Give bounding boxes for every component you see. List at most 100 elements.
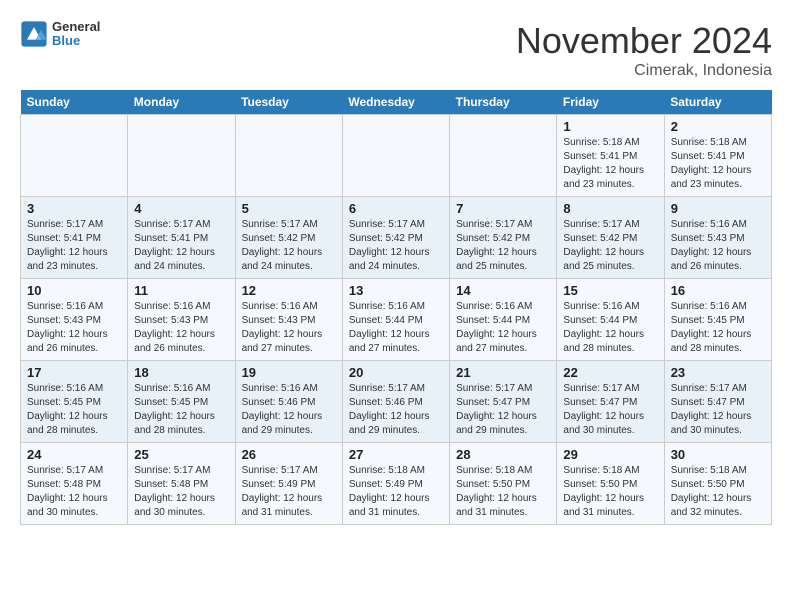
day-info: Sunrise: 5:16 AM Sunset: 5:46 PM Dayligh… bbox=[242, 382, 336, 438]
calendar-body: 1 Sunrise: 5:18 AM Sunset: 5:41 PM Daylig… bbox=[21, 115, 772, 525]
day-info: Sunrise: 5:17 AM Sunset: 5:48 PM Dayligh… bbox=[27, 464, 121, 520]
calendar-cell: 7 Sunrise: 5:17 AM Sunset: 5:42 PM Daylig… bbox=[450, 197, 557, 279]
day-number: 21 bbox=[456, 365, 550, 380]
calendar-cell: 5Sunrise: 5:17 AM Sunset: 5:42 PM Daylig… bbox=[235, 197, 342, 279]
calendar-cell: 28 Sunrise: 5:18 AM Sunset: 5:50 PM Dayli… bbox=[450, 443, 557, 525]
day-info: Sunrise: 5:17 AM Sunset: 5:42 PM Dayligh… bbox=[563, 218, 657, 274]
calendar-week-row: 17 Sunrise: 5:16 AM Sunset: 5:45 PM Dayli… bbox=[21, 361, 772, 443]
calendar-cell: 6Sunrise: 5:17 AM Sunset: 5:42 PM Daylig… bbox=[342, 197, 449, 279]
day-number: 19 bbox=[242, 365, 336, 380]
calendar-week-row: 3 Sunrise: 5:17 AM Sunset: 5:41 PM Daylig… bbox=[21, 197, 772, 279]
day-info: Sunrise: 5:18 AM Sunset: 5:50 PM Dayligh… bbox=[563, 464, 657, 520]
day-number: 18 bbox=[134, 365, 228, 380]
day-number: 5 bbox=[242, 201, 336, 216]
weekday-header-cell: Thursday bbox=[450, 90, 557, 115]
day-number: 3 bbox=[27, 201, 121, 216]
day-number: 6 bbox=[349, 201, 443, 216]
day-info: Sunrise: 5:18 AM Sunset: 5:41 PM Dayligh… bbox=[563, 136, 657, 192]
calendar-cell bbox=[128, 115, 235, 197]
day-number: 14 bbox=[456, 283, 550, 298]
calendar-cell: 11Sunrise: 5:16 AM Sunset: 5:43 PM Dayli… bbox=[128, 279, 235, 361]
day-info: Sunrise: 5:17 AM Sunset: 5:47 PM Dayligh… bbox=[456, 382, 550, 438]
calendar-cell: 27 Sunrise: 5:18 AM Sunset: 5:49 PM Dayli… bbox=[342, 443, 449, 525]
day-info: Sunrise: 5:16 AM Sunset: 5:44 PM Dayligh… bbox=[456, 300, 550, 356]
weekday-header-cell: Friday bbox=[557, 90, 664, 115]
calendar-week-row: 10 Sunrise: 5:16 AM Sunset: 5:43 PM Dayli… bbox=[21, 279, 772, 361]
day-info: Sunrise: 5:18 AM Sunset: 5:41 PM Dayligh… bbox=[671, 136, 765, 192]
calendar-cell: 13 Sunrise: 5:16 AM Sunset: 5:44 PM Dayli… bbox=[342, 279, 449, 361]
calendar-cell: 3 Sunrise: 5:17 AM Sunset: 5:41 PM Daylig… bbox=[21, 197, 128, 279]
day-info: Sunrise: 5:17 AM Sunset: 5:48 PM Dayligh… bbox=[134, 464, 228, 520]
logo-icon bbox=[20, 20, 48, 48]
calendar-cell: 25Sunrise: 5:17 AM Sunset: 5:48 PM Dayli… bbox=[128, 443, 235, 525]
calendar-cell: 22 Sunrise: 5:17 AM Sunset: 5:47 PM Dayli… bbox=[557, 361, 664, 443]
calendar-cell bbox=[342, 115, 449, 197]
calendar-cell: 15Sunrise: 5:16 AM Sunset: 5:44 PM Dayli… bbox=[557, 279, 664, 361]
day-info: Sunrise: 5:17 AM Sunset: 5:42 PM Dayligh… bbox=[456, 218, 550, 274]
day-info: Sunrise: 5:17 AM Sunset: 5:46 PM Dayligh… bbox=[349, 382, 443, 438]
day-info: Sunrise: 5:16 AM Sunset: 5:45 PM Dayligh… bbox=[27, 382, 121, 438]
calendar-cell: 1 Sunrise: 5:18 AM Sunset: 5:41 PM Daylig… bbox=[557, 115, 664, 197]
day-number: 2 bbox=[671, 119, 765, 134]
calendar-cell: 24 Sunrise: 5:17 AM Sunset: 5:48 PM Dayli… bbox=[21, 443, 128, 525]
day-info: Sunrise: 5:16 AM Sunset: 5:43 PM Dayligh… bbox=[27, 300, 121, 356]
page-subtitle: Cimerak, Indonesia bbox=[516, 62, 772, 80]
calendar-cell: 26Sunrise: 5:17 AM Sunset: 5:49 PM Dayli… bbox=[235, 443, 342, 525]
calendar-cell: 23 Sunrise: 5:17 AM Sunset: 5:47 PM Dayli… bbox=[664, 361, 771, 443]
day-info: Sunrise: 5:18 AM Sunset: 5:49 PM Dayligh… bbox=[349, 464, 443, 520]
weekday-header-cell: Monday bbox=[128, 90, 235, 115]
calendar-cell bbox=[21, 115, 128, 197]
calendar-cell: 4 Sunrise: 5:17 AM Sunset: 5:41 PM Daylig… bbox=[128, 197, 235, 279]
day-info: Sunrise: 5:16 AM Sunset: 5:45 PM Dayligh… bbox=[134, 382, 228, 438]
day-info: Sunrise: 5:17 AM Sunset: 5:47 PM Dayligh… bbox=[563, 382, 657, 438]
calendar-cell: 18 Sunrise: 5:16 AM Sunset: 5:45 PM Dayli… bbox=[128, 361, 235, 443]
calendar-cell bbox=[450, 115, 557, 197]
calendar-cell: 16 Sunrise: 5:16 AM Sunset: 5:45 PM Dayli… bbox=[664, 279, 771, 361]
calendar-week-row: 1 Sunrise: 5:18 AM Sunset: 5:41 PM Daylig… bbox=[21, 115, 772, 197]
page-header: General Blue November 2024 Cimerak, Indo… bbox=[20, 20, 772, 80]
day-info: Sunrise: 5:16 AM Sunset: 5:43 PM Dayligh… bbox=[671, 218, 765, 274]
day-number: 13 bbox=[349, 283, 443, 298]
weekday-header-cell: Wednesday bbox=[342, 90, 449, 115]
weekday-header-cell: Tuesday bbox=[235, 90, 342, 115]
day-number: 28 bbox=[456, 447, 550, 462]
calendar-cell: 30Sunrise: 5:18 AM Sunset: 5:50 PM Dayli… bbox=[664, 443, 771, 525]
day-number: 7 bbox=[456, 201, 550, 216]
day-number: 16 bbox=[671, 283, 765, 298]
day-number: 10 bbox=[27, 283, 121, 298]
calendar-cell: 14 Sunrise: 5:16 AM Sunset: 5:44 PM Dayli… bbox=[450, 279, 557, 361]
calendar-cell: 19 Sunrise: 5:16 AM Sunset: 5:46 PM Dayli… bbox=[235, 361, 342, 443]
day-number: 23 bbox=[671, 365, 765, 380]
calendar-cell: 9 Sunrise: 5:16 AM Sunset: 5:43 PM Daylig… bbox=[664, 197, 771, 279]
calendar-cell: 2 Sunrise: 5:18 AM Sunset: 5:41 PM Daylig… bbox=[664, 115, 771, 197]
day-number: 27 bbox=[349, 447, 443, 462]
logo-text: General Blue bbox=[52, 20, 100, 49]
weekday-header-cell: Sunday bbox=[21, 90, 128, 115]
day-number: 1 bbox=[563, 119, 657, 134]
logo: General Blue bbox=[20, 20, 100, 49]
day-info: Sunrise: 5:16 AM Sunset: 5:44 PM Dayligh… bbox=[563, 300, 657, 356]
day-number: 26 bbox=[242, 447, 336, 462]
calendar-cell: 21 Sunrise: 5:17 AM Sunset: 5:47 PM Dayli… bbox=[450, 361, 557, 443]
day-info: Sunrise: 5:16 AM Sunset: 5:44 PM Dayligh… bbox=[349, 300, 443, 356]
day-info: Sunrise: 5:16 AM Sunset: 5:43 PM Dayligh… bbox=[242, 300, 336, 356]
day-number: 20 bbox=[349, 365, 443, 380]
day-number: 17 bbox=[27, 365, 121, 380]
day-number: 22 bbox=[563, 365, 657, 380]
calendar-cell: 8Sunrise: 5:17 AM Sunset: 5:42 PM Daylig… bbox=[557, 197, 664, 279]
day-info: Sunrise: 5:17 AM Sunset: 5:41 PM Dayligh… bbox=[27, 218, 121, 274]
day-info: Sunrise: 5:17 AM Sunset: 5:41 PM Dayligh… bbox=[134, 218, 228, 274]
day-number: 4 bbox=[134, 201, 228, 216]
day-number: 24 bbox=[27, 447, 121, 462]
day-info: Sunrise: 5:16 AM Sunset: 5:45 PM Dayligh… bbox=[671, 300, 765, 356]
day-info: Sunrise: 5:17 AM Sunset: 5:47 PM Dayligh… bbox=[671, 382, 765, 438]
calendar-cell: 17 Sunrise: 5:16 AM Sunset: 5:45 PM Dayli… bbox=[21, 361, 128, 443]
weekday-header-cell: Saturday bbox=[664, 90, 771, 115]
day-info: Sunrise: 5:18 AM Sunset: 5:50 PM Dayligh… bbox=[456, 464, 550, 520]
day-number: 9 bbox=[671, 201, 765, 216]
day-number: 29 bbox=[563, 447, 657, 462]
day-info: Sunrise: 5:16 AM Sunset: 5:43 PM Dayligh… bbox=[134, 300, 228, 356]
day-info: Sunrise: 5:18 AM Sunset: 5:50 PM Dayligh… bbox=[671, 464, 765, 520]
weekday-header-row: SundayMondayTuesdayWednesdayThursdayFrid… bbox=[21, 90, 772, 115]
title-block: November 2024 Cimerak, Indonesia bbox=[516, 20, 772, 80]
